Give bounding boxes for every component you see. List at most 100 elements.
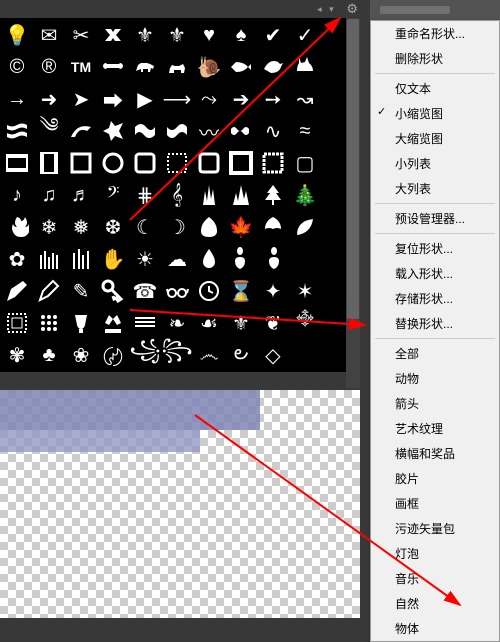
shape-clock[interactable] [193,275,225,307]
shape-club[interactable]: ♣ [33,339,65,371]
shape-treble[interactable]: 𝄞 [161,179,193,211]
shape-moon2[interactable]: ☽ [161,211,193,243]
shape-flower2[interactable]: ✾ [1,339,33,371]
shape-leaf4[interactable] [289,211,321,243]
shape-heart[interactable]: ♥ [193,19,225,51]
shape-snow2[interactable]: ❅ [65,211,97,243]
shape-spade[interactable]: ♠ [225,19,257,51]
shape-frame3[interactable] [129,147,161,179]
shape-orn4[interactable]: ࿇ [289,307,321,339]
shape-leaf3[interactable] [257,211,289,243]
menu-preset-mgr[interactable]: 预设管理器... [371,206,499,231]
shape-orn2[interactable]: ☙ [193,307,225,339]
shape-wave4[interactable] [225,115,257,147]
canvas[interactable] [0,390,360,618]
menu-bulbs[interactable]: 灯泡 [371,541,499,566]
shape-lines2[interactable] [65,243,97,275]
shape-arrow8[interactable]: ➔ [225,83,257,115]
shape-flourish3[interactable]: ꧁ [129,339,161,371]
menu-art[interactable]: 艺术纹理 [371,416,499,441]
shape-leaf2[interactable]: 🍁 [225,211,257,243]
shape-flourish2[interactable]: 〄 [97,339,129,371]
shape-arrow7[interactable]: ⤳ [193,83,225,115]
shape-flame[interactable] [1,211,33,243]
menu-animals[interactable]: 动物 [371,366,499,391]
shape-sharp[interactable]: ⋕ [129,179,161,211]
shape-glasses[interactable] [161,275,193,307]
shape-envelope[interactable]: ✉ [33,19,65,51]
menu-music[interactable]: 音乐 [371,566,499,591]
shape-bulb[interactable]: 💡 [1,19,33,51]
scroll-thumb[interactable] [347,19,359,319]
shape-wave2[interactable] [161,115,193,147]
shape-flourish1[interactable]: ❀ [65,339,97,371]
shape-phone[interactable]: ☎ [129,275,161,307]
shape-cloud[interactable]: ☁ [161,243,193,275]
shape-frame4[interactable] [161,147,193,179]
shape-frame5[interactable] [193,147,225,179]
shape-arrow3[interactable]: ➤ [65,83,97,115]
shape-arrow9[interactable]: ➙ [257,83,289,115]
shape-frame6[interactable] [225,147,257,179]
shape-snail[interactable]: 🐌 [193,51,225,83]
shape-note3[interactable]: ♬ [65,179,97,211]
dropdown-btn[interactable]: ▾ [326,4,336,14]
shape-grass2[interactable] [225,179,257,211]
menu-grime[interactable]: 污迹矢量包 [371,516,499,541]
shape-arrow1[interactable]: → [1,83,33,115]
menu-all[interactable]: 全部 [371,341,499,366]
shape-flourish5[interactable]: ෴ [193,339,225,371]
shape-wave1[interactable] [129,115,161,147]
shape-bird[interactable] [257,51,289,83]
shape-snow3[interactable]: ❆ [97,211,129,243]
menu-small-thumb[interactable]: ✓小缩览图 [371,101,499,126]
shape-texture1[interactable] [1,115,33,147]
shape-bone[interactable] [97,51,129,83]
shape-pencil3[interactable]: ✎ [65,275,97,307]
shape-sun[interactable]: ☀ [129,243,161,275]
shape-dots[interactable] [33,307,65,339]
shape-swirl[interactable]: ༄ [33,115,65,147]
shape-arrow6[interactable]: ⟶ [161,83,193,115]
shape-flower1[interactable]: ✿ [1,243,33,275]
menu-replace[interactable]: 替换形状... [371,311,499,336]
shape-foot2[interactable] [257,243,289,275]
shape-cat[interactable] [161,51,193,83]
shape-check[interactable]: ✔ [257,19,289,51]
shape-blank1[interactable] [289,243,321,275]
shape-wave6[interactable]: ≈ [289,115,321,147]
shape-frame7[interactable] [257,147,289,179]
shape-burst2[interactable]: ✦ [257,275,289,307]
menu-delete[interactable]: 删除形状 [371,46,499,71]
shape-note2[interactable]: ♫ [33,179,65,211]
menu-arrows[interactable]: 箭头 [371,391,499,416]
shape-hourglass[interactable]: ⌛ [225,275,257,307]
shape-scissors[interactable]: ✂ [65,19,97,51]
shape-rabbit[interactable] [289,51,321,83]
gear-icon[interactable]: ⚙ [346,1,358,17]
shape-orn3[interactable]: ❦ [257,307,289,339]
shape-wave5[interactable]: ∿ [257,115,289,147]
shape-flourish4[interactable]: ꧂ [161,339,193,371]
shape-foot1[interactable] [225,243,257,275]
shape-check2[interactable]: ✓ [289,19,321,51]
shape-pencil2[interactable] [33,275,65,307]
menu-load[interactable]: 载入形状... [371,261,499,286]
shape-fleur2[interactable]: ⚜ [161,19,193,51]
shape-leaf1[interactable] [193,211,225,243]
shape-arrow10[interactable]: ↝ [289,83,321,115]
shape-hand[interactable]: ✋ [97,243,129,275]
menu-nature[interactable]: 自然 [371,591,499,616]
menu-banners[interactable]: 横幅和奖品 [371,441,499,466]
menu-objects[interactable]: 物体 [371,616,499,641]
scrollbar[interactable] [346,18,360,388]
shape-fleur[interactable]: ⚜ [129,19,161,51]
shape-dog[interactable] [129,51,161,83]
shape-frame8[interactable]: ▢ [289,147,321,179]
shape-film1[interactable] [1,147,33,179]
menu-film[interactable]: 胶片 [371,466,499,491]
shape-frame2[interactable] [97,147,129,179]
shape-moon[interactable]: ☾ [129,211,161,243]
menu-frames[interactable]: 画框 [371,491,499,516]
menu-small-list[interactable]: 小列表 [371,151,499,176]
